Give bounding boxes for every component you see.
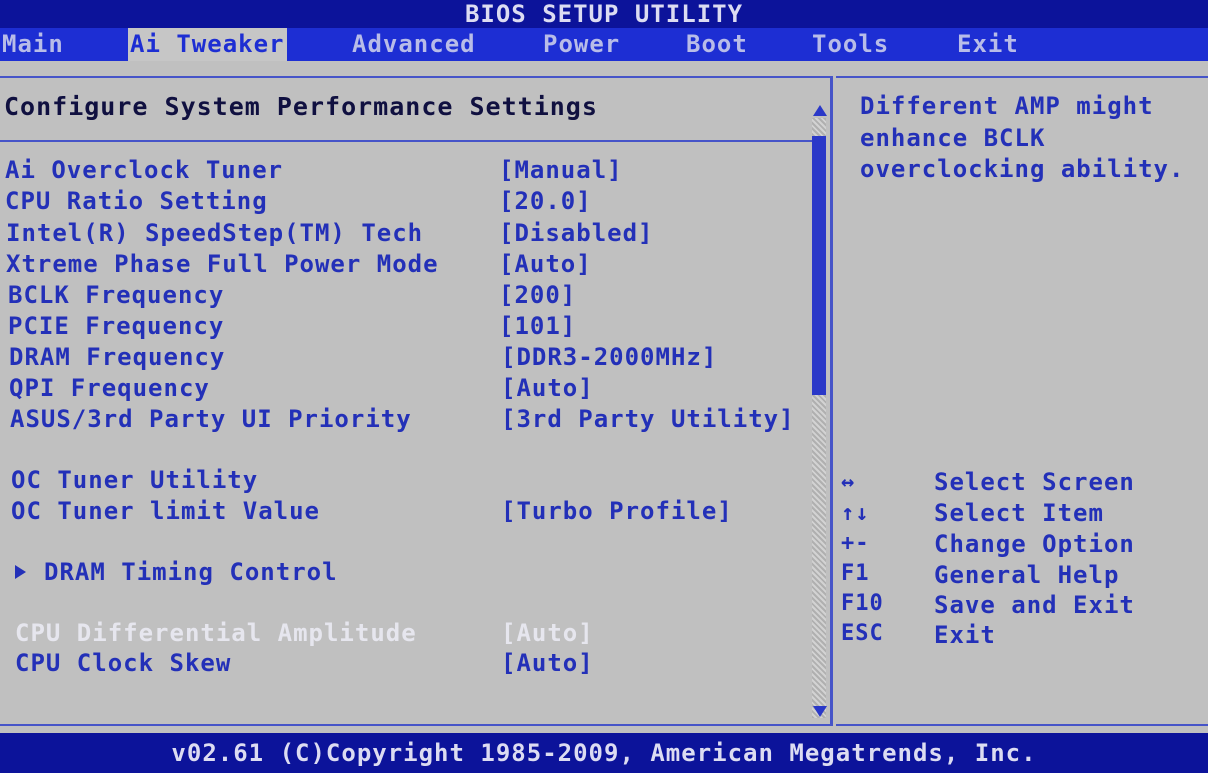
setting-bclk-frequency-label[interactable]: BCLK Frequency <box>8 281 224 309</box>
tab-ai-tweaker[interactable]: Ai Tweaker <box>128 28 287 61</box>
key-help-select-screen: Select Screen <box>934 468 1135 496</box>
help-text-line: enhance BCLK <box>860 124 1046 152</box>
tab-advanced[interactable]: Advanced <box>352 28 476 61</box>
tab-exit[interactable]: Exit <box>957 28 1019 61</box>
setting-oc-tuner-limit-label[interactable]: OC Tuner limit Value <box>11 497 320 525</box>
key-help-exit: Exit <box>934 621 996 649</box>
copyright-footer: v02.61 (C)Copyright 1985-2009, American … <box>0 733 1208 773</box>
setting-cpu-clock-skew-label[interactable]: CPU Clock Skew <box>15 649 231 677</box>
menu-bar: Main Ai Tweaker Advanced Power Boot Tool… <box>0 28 1208 61</box>
scroll-up-arrow-icon[interactable] <box>813 105 827 116</box>
key-help-save-exit: Save and Exit <box>934 591 1135 619</box>
key-f10: F10 <box>841 591 884 616</box>
scroll-down-arrow-icon[interactable] <box>813 706 827 717</box>
setting-cpu-diff-amplitude-label: CPU Differential Amplitude <box>15 619 417 647</box>
scrollbar-track[interactable] <box>812 118 826 718</box>
section-divider <box>0 140 812 142</box>
key-help-general-help: General Help <box>934 561 1120 589</box>
key-help-select-item: Select Item <box>934 499 1104 527</box>
bios-screen: Configure System Performance Settings Ai… <box>0 61 1208 733</box>
setting-cpu-clock-skew-value[interactable]: [Auto] <box>501 649 594 677</box>
setting-cpu-ratio-value[interactable]: [20.0] <box>499 187 592 215</box>
setting-speedstep-value[interactable]: [Disabled] <box>499 219 654 247</box>
setting-dram-frequency-value[interactable]: [DDR3-2000MHz] <box>501 343 717 371</box>
setting-ai-overclock-tuner-label[interactable]: Ai Overclock Tuner <box>5 156 283 184</box>
setting-cpu-diff-amplitude-value: [Auto] <box>501 619 594 647</box>
settings-panel: Configure System Performance Settings Ai… <box>0 76 833 726</box>
plus-minus-icon: +- <box>841 531 870 556</box>
tab-main[interactable]: Main <box>2 28 64 61</box>
setting-xtreme-phase-label[interactable]: Xtreme Phase Full Power Mode <box>6 250 439 278</box>
window-title: BIOS SETUP UTILITY <box>0 0 1208 28</box>
setting-xtreme-phase-value[interactable]: [Auto] <box>499 250 592 278</box>
submenu-dram-timing-label: DRAM Timing Control <box>44 558 338 586</box>
help-panel: Different AMP might enhance BCLK overclo… <box>836 76 1208 726</box>
setting-qpi-frequency-value[interactable]: [Auto] <box>501 374 594 402</box>
help-text-line: Different AMP might <box>860 92 1154 120</box>
setting-pcie-frequency-label[interactable]: PCIE Frequency <box>8 312 224 340</box>
submenu-dram-timing-control[interactable]: DRAM Timing Control <box>15 558 338 586</box>
key-f1: F1 <box>841 561 870 586</box>
setting-pcie-frequency-value[interactable]: [101] <box>499 312 576 340</box>
setting-qpi-frequency-label[interactable]: QPI Frequency <box>9 374 210 402</box>
tab-boot[interactable]: Boot <box>686 28 748 61</box>
setting-ui-priority-value[interactable]: [3rd Party Utility] <box>501 405 795 433</box>
setting-ui-priority-label[interactable]: ASUS/3rd Party UI Priority <box>10 405 412 433</box>
setting-speedstep-label[interactable]: Intel(R) SpeedStep(TM) Tech <box>6 219 423 247</box>
tab-power[interactable]: Power <box>543 28 620 61</box>
setting-ai-overclock-tuner-value[interactable]: [Manual] <box>499 156 623 184</box>
left-right-arrows-icon: ↔ <box>841 470 856 495</box>
key-esc: ESC <box>841 621 884 646</box>
submenu-arrow-icon <box>15 565 26 579</box>
setting-oc-tuner-utility-label[interactable]: OC Tuner Utility <box>11 466 258 494</box>
setting-bclk-frequency-value[interactable]: [200] <box>499 281 576 309</box>
section-title: Configure System Performance Settings <box>4 92 598 121</box>
setting-cpu-ratio-label[interactable]: CPU Ratio Setting <box>5 187 268 215</box>
scrollbar-thumb[interactable] <box>812 136 826 395</box>
setting-oc-tuner-limit-value[interactable]: [Turbo Profile] <box>501 497 733 525</box>
tab-tools[interactable]: Tools <box>812 28 889 61</box>
help-text-line: overclocking ability. <box>860 155 1185 183</box>
up-down-arrows-icon: ↑↓ <box>841 501 870 526</box>
setting-dram-frequency-label[interactable]: DRAM Frequency <box>9 343 225 371</box>
key-help-change-option: Change Option <box>934 530 1135 558</box>
